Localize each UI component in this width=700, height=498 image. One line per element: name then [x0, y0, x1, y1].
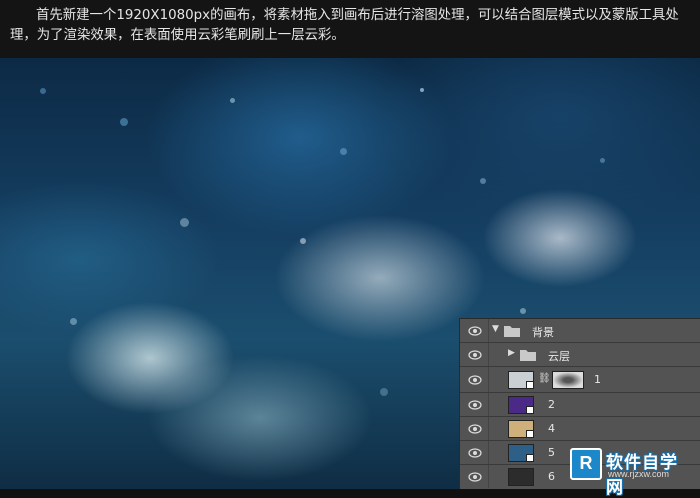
visibility-eye-icon[interactable]: [468, 325, 482, 337]
layer-row[interactable]: 4: [460, 417, 700, 441]
layer-subgroup-row[interactable]: ▶ 云层: [460, 343, 700, 367]
layer-name: 5: [548, 446, 555, 459]
visibility-eye-icon[interactable]: [468, 447, 482, 459]
folder-icon: [504, 326, 520, 337]
smart-object-icon: [526, 406, 534, 414]
collapse-arrow-icon[interactable]: ▶: [508, 348, 515, 358]
visibility-eye-icon[interactable]: [468, 374, 482, 386]
site-url: www.rjzxw.com: [608, 469, 670, 479]
visibility-eye-icon[interactable]: [468, 423, 482, 435]
layer-group-name: 背景: [532, 326, 554, 339]
visibility-eye-icon[interactable]: [468, 349, 482, 361]
folder-icon: [520, 350, 536, 361]
site-watermark: R 软件自学网 www.rjzxw.com: [570, 448, 695, 498]
layer-row[interactable]: ⛓ 1: [460, 367, 700, 393]
visibility-eye-icon[interactable]: [468, 399, 482, 411]
visibility-eye-icon[interactable]: [468, 471, 482, 483]
layer-name: 6: [548, 470, 555, 483]
layer-row[interactable]: 2: [460, 393, 700, 417]
layer-thumbnail[interactable]: [508, 468, 534, 486]
layer-group-row[interactable]: ▼ 背景: [460, 319, 700, 343]
layer-name: 1: [594, 373, 601, 386]
site-logo: R: [570, 448, 602, 480]
intro-text: 首先新建一个1920X1080px的画布，将素材拖入到画布后进行溶图处理，可以结…: [0, 0, 700, 58]
layer-mask-thumbnail[interactable]: [552, 371, 584, 389]
smart-object-icon: [526, 381, 534, 389]
expand-arrow-icon[interactable]: ▼: [492, 324, 499, 334]
smart-object-icon: [526, 454, 534, 462]
layer-subgroup-name: 云层: [548, 350, 570, 363]
layer-name: 2: [548, 398, 555, 411]
smart-object-icon: [526, 430, 534, 438]
layer-name: 4: [548, 422, 555, 435]
link-chain-icon[interactable]: ⛓: [538, 373, 551, 384]
